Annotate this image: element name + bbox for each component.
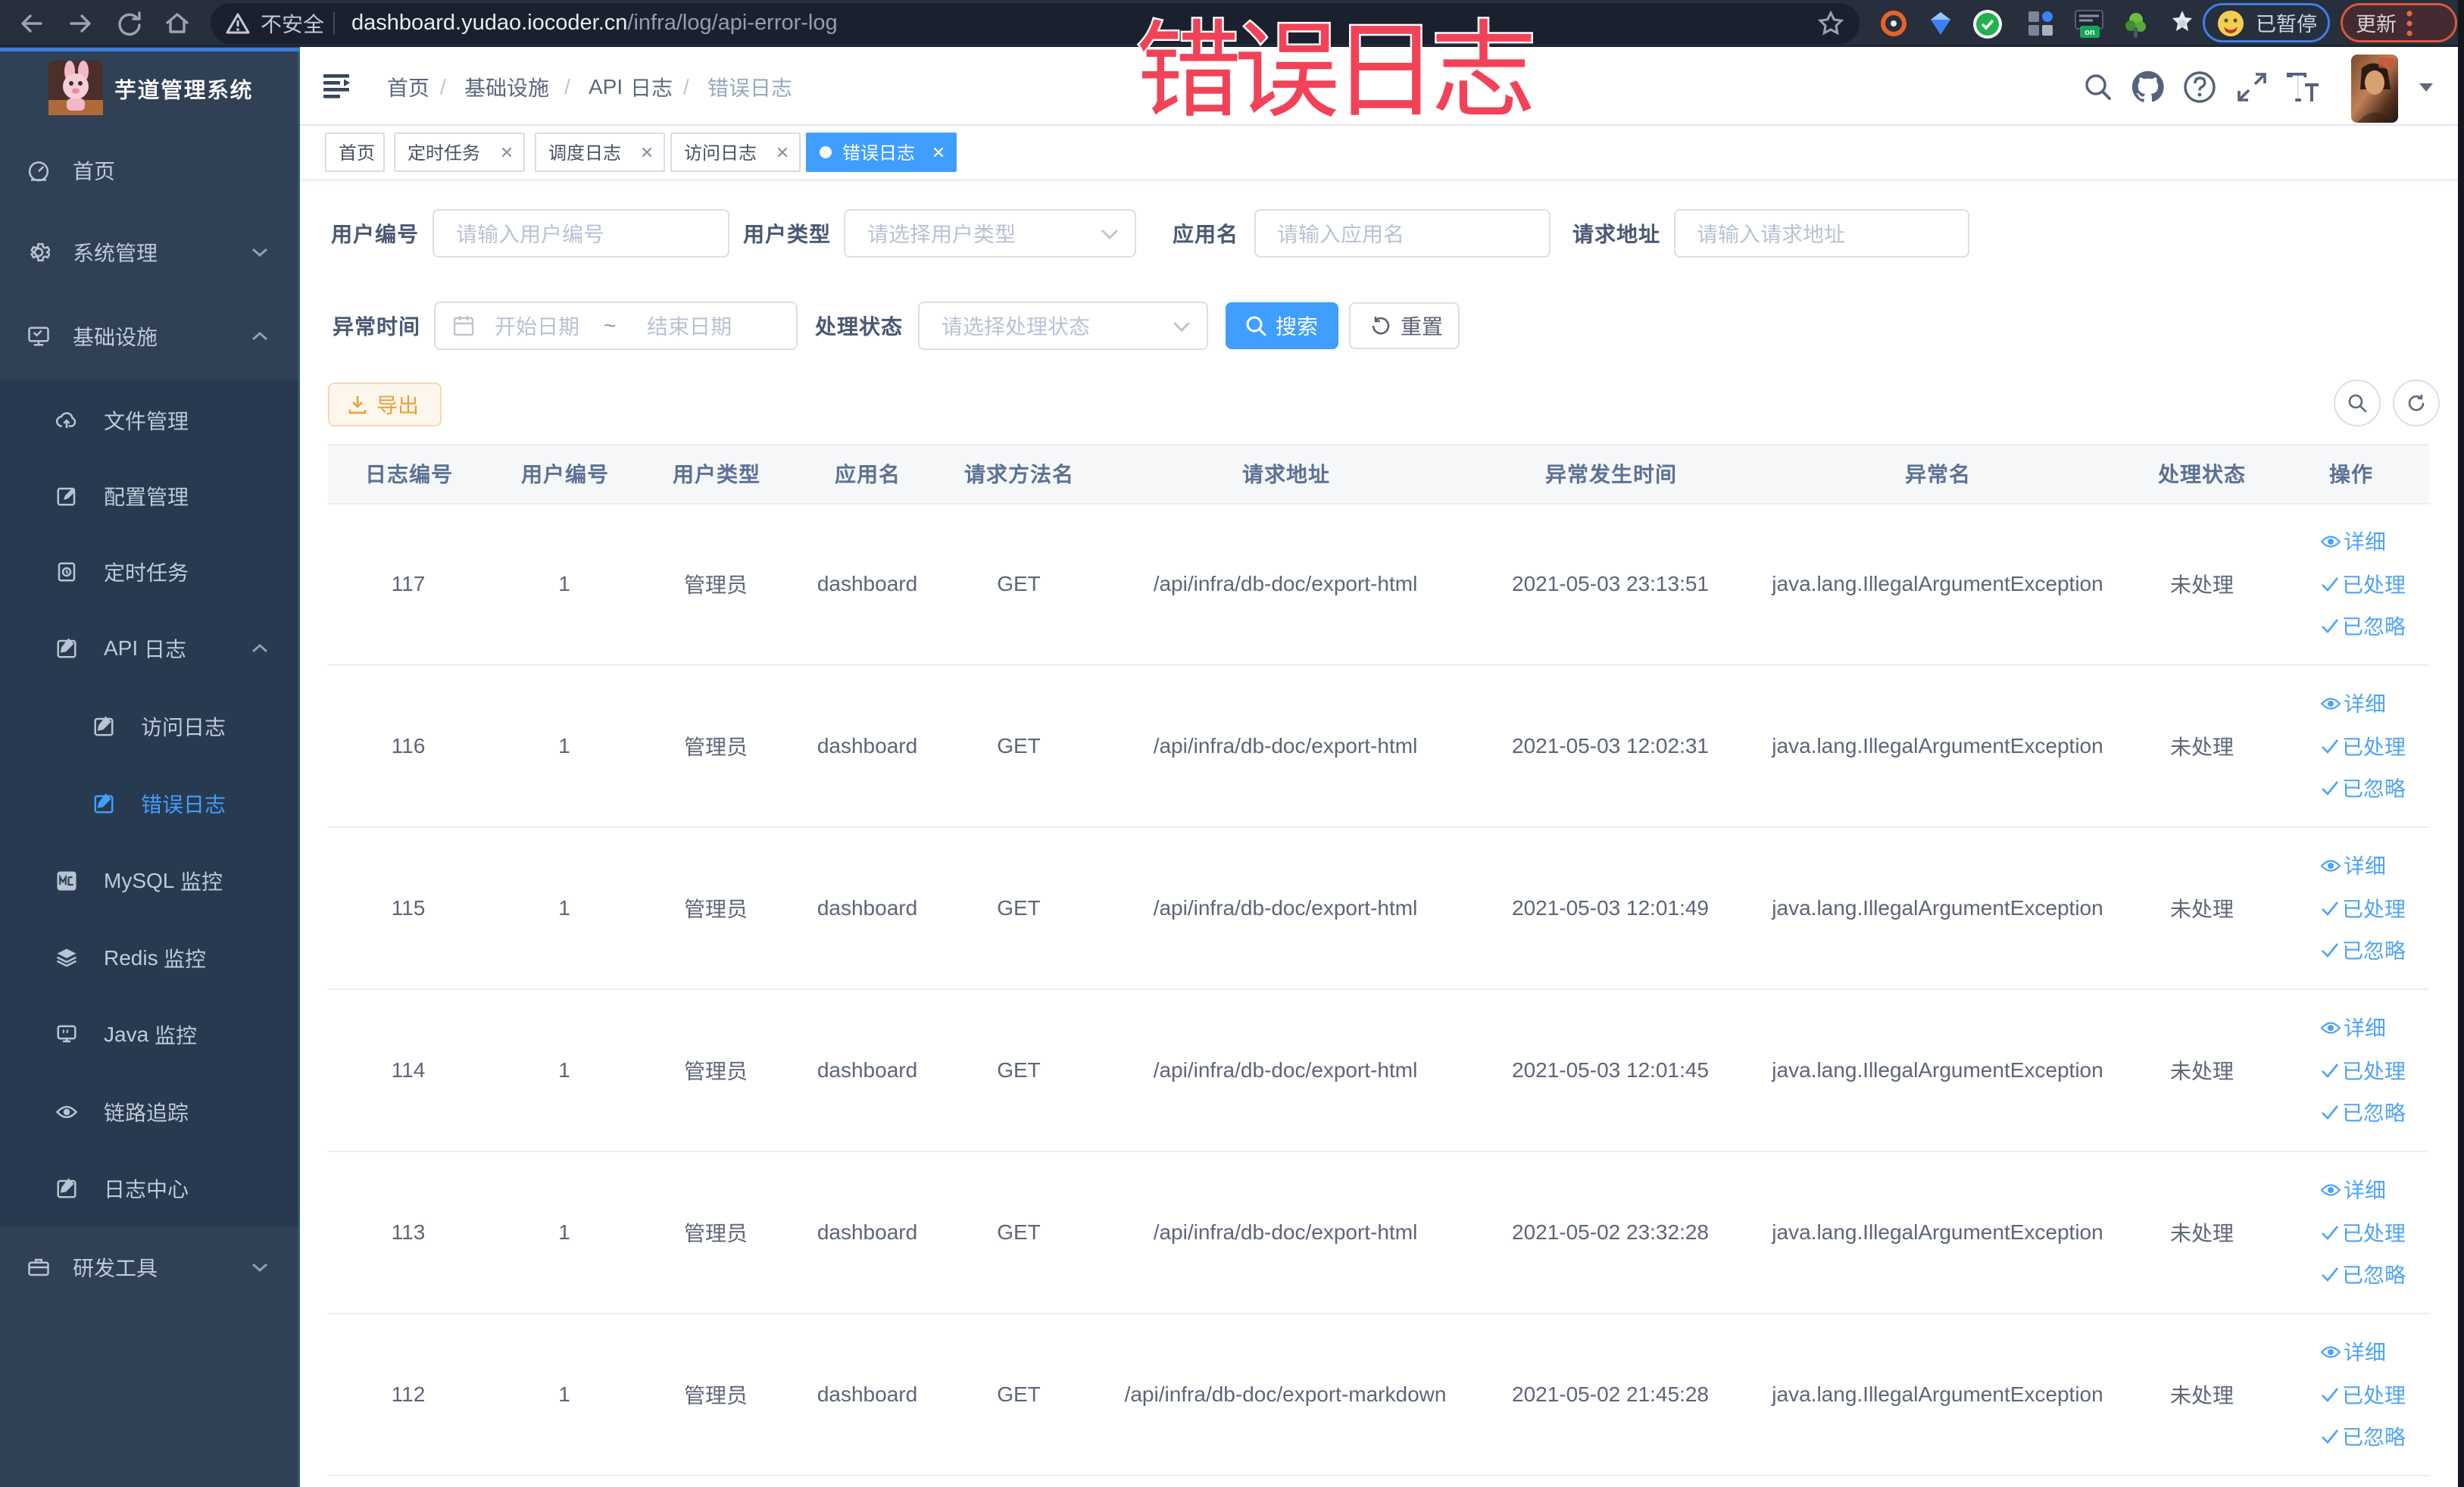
svg-text:on: on — [2085, 28, 2095, 37]
